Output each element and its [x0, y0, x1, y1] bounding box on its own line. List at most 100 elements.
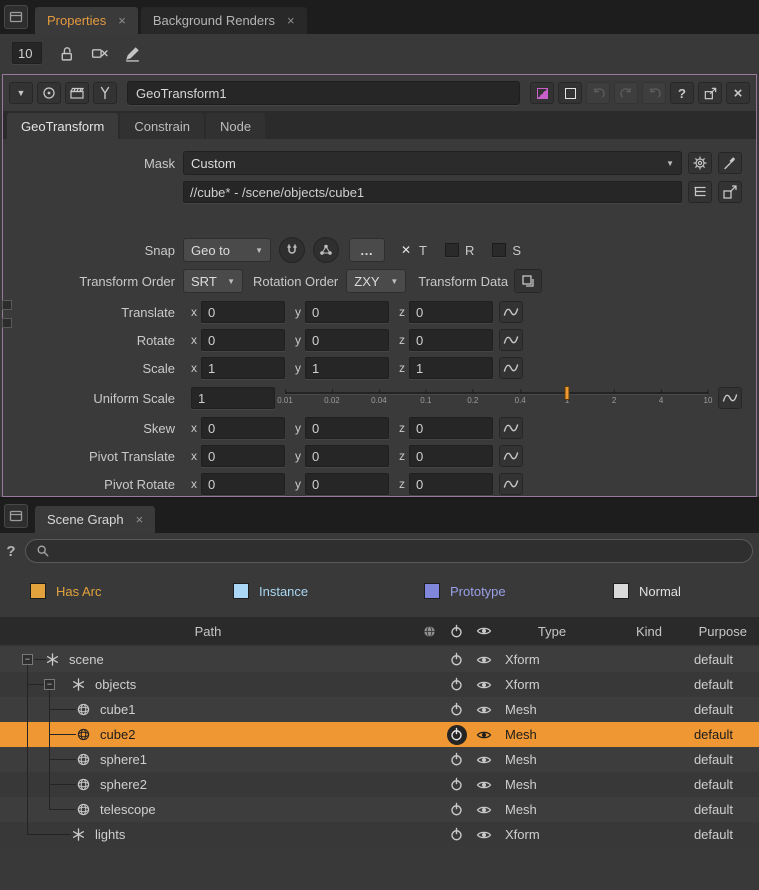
- redo-button[interactable]: [614, 82, 638, 104]
- pane-menu-button[interactable]: [4, 5, 28, 29]
- translate-x-field[interactable]: [201, 301, 285, 323]
- collapse-panel-button[interactable]: ▼: [9, 82, 33, 104]
- eye-icon[interactable]: [470, 623, 497, 639]
- tab-geotransform[interactable]: GeoTransform: [7, 113, 118, 139]
- snap-orientation-button[interactable]: [313, 237, 339, 263]
- power-toggle[interactable]: [447, 650, 467, 670]
- max-panels-field[interactable]: [12, 42, 42, 64]
- eye-toggle[interactable]: [470, 752, 497, 768]
- undo-button[interactable]: [586, 82, 610, 104]
- animation-curve-button[interactable]: [499, 301, 523, 323]
- eye-toggle[interactable]: [470, 677, 497, 693]
- branch-button[interactable]: [93, 82, 117, 104]
- collapse-expander[interactable]: −: [44, 679, 55, 690]
- snap-t-checkbox[interactable]: ✕: [399, 243, 413, 257]
- splitter-grip[interactable]: [2, 300, 12, 310]
- float-panel-button[interactable]: [698, 82, 722, 104]
- skew-y-field[interactable]: [305, 417, 389, 439]
- column-kind[interactable]: Kind: [636, 624, 662, 639]
- column-type[interactable]: Type: [538, 624, 566, 639]
- skew-x-field[interactable]: [201, 417, 285, 439]
- edit-button[interactable]: [124, 45, 141, 62]
- power-icon[interactable]: [443, 624, 470, 639]
- globe-icon[interactable]: [416, 624, 443, 639]
- uniform-scale-slider[interactable]: 0.01 0.02 0.04 0.1 0.2 0.4 1 2 4 10: [285, 385, 708, 411]
- gl-color-button[interactable]: [558, 82, 582, 104]
- splitter-grip[interactable]: [2, 318, 12, 328]
- scale-y-field[interactable]: [305, 357, 389, 379]
- power-toggle[interactable]: [447, 800, 467, 820]
- eye-toggle[interactable]: [470, 652, 497, 668]
- search-input[interactable]: [56, 544, 742, 559]
- pivot-translate-z-field[interactable]: [409, 445, 493, 467]
- pick-from-viewer-button[interactable]: [718, 181, 742, 203]
- pane-menu-button[interactable]: [4, 504, 28, 528]
- animation-curve-button[interactable]: [499, 329, 523, 351]
- snap-r-checkbox[interactable]: [445, 243, 459, 257]
- eye-toggle[interactable]: [470, 727, 497, 743]
- transform-data-button[interactable]: [514, 269, 542, 293]
- scale-x-field[interactable]: [201, 357, 285, 379]
- clear-panels-button[interactable]: [91, 45, 108, 62]
- tab-constrain[interactable]: Constrain: [120, 113, 204, 139]
- collapse-expander[interactable]: −: [22, 654, 33, 665]
- animation-curve-button[interactable]: [499, 357, 523, 379]
- power-toggle[interactable]: [447, 725, 467, 745]
- revert-button[interactable]: [642, 82, 666, 104]
- tab-background-renders[interactable]: Background Renders ×: [141, 7, 307, 34]
- power-toggle[interactable]: [447, 825, 467, 845]
- snap-mode-dropdown[interactable]: Geo to ▼: [183, 238, 271, 262]
- lock-panels-button[interactable]: [58, 45, 75, 62]
- scenegraph-row-sphere1[interactable]: sphere1 Mesh default: [0, 747, 759, 772]
- help-button[interactable]: ?: [670, 82, 694, 104]
- scenegraph-row-cube2[interactable]: cube2 Mesh default: [0, 722, 759, 747]
- eye-toggle[interactable]: [470, 777, 497, 793]
- eye-toggle[interactable]: [470, 802, 497, 818]
- tab-node[interactable]: Node: [206, 113, 265, 139]
- power-toggle[interactable]: [447, 700, 467, 720]
- pivot-rotate-y-field[interactable]: [305, 473, 389, 495]
- scenegraph-row-objects[interactable]: − objects Xform default: [0, 672, 759, 697]
- tab-close-icon[interactable]: ×: [118, 13, 126, 28]
- tab-close-icon[interactable]: ×: [136, 512, 144, 527]
- animation-curve-button[interactable]: [718, 387, 742, 409]
- translate-z-field[interactable]: [409, 301, 493, 323]
- rotate-z-field[interactable]: [409, 329, 493, 351]
- search-box[interactable]: [25, 539, 753, 563]
- eye-toggle[interactable]: [470, 827, 497, 843]
- translate-y-field[interactable]: [305, 301, 389, 323]
- animation-curve-button[interactable]: [499, 417, 523, 439]
- mask-pattern-field[interactable]: [183, 181, 682, 203]
- mask-dropdown[interactable]: Custom ▼: [183, 151, 682, 175]
- mask-settings-button[interactable]: [688, 152, 712, 174]
- scenegraph-row-sphere2[interactable]: sphere2 Mesh default: [0, 772, 759, 797]
- column-purpose[interactable]: Purpose: [699, 624, 759, 639]
- center-node-button[interactable]: [37, 82, 61, 104]
- node-color-button[interactable]: [530, 82, 554, 104]
- rotate-x-field[interactable]: [201, 329, 285, 351]
- scenegraph-row-cube1[interactable]: cube1 Mesh default: [0, 697, 759, 722]
- uniform-scale-field[interactable]: [191, 387, 275, 409]
- skew-z-field[interactable]: [409, 417, 493, 439]
- tab-close-icon[interactable]: ×: [287, 13, 295, 28]
- rotate-y-field[interactable]: [305, 329, 389, 351]
- animation-curve-button[interactable]: [499, 445, 523, 467]
- power-toggle[interactable]: [447, 750, 467, 770]
- close-panel-button[interactable]: ×: [726, 82, 750, 104]
- scenegraph-row-lights[interactable]: lights Xform default: [0, 822, 759, 847]
- snap-position-button[interactable]: [279, 237, 305, 263]
- transform-order-dropdown[interactable]: SRT ▼: [183, 269, 243, 293]
- power-toggle[interactable]: [447, 775, 467, 795]
- pivot-translate-y-field[interactable]: [305, 445, 389, 467]
- browse-scenegraph-button[interactable]: [688, 181, 712, 203]
- pivot-rotate-z-field[interactable]: [409, 473, 493, 495]
- render-flag-button[interactable]: [65, 82, 89, 104]
- scale-z-field[interactable]: [409, 357, 493, 379]
- pivot-translate-x-field[interactable]: [201, 445, 285, 467]
- pivot-rotate-x-field[interactable]: [201, 473, 285, 495]
- eye-toggle[interactable]: [470, 702, 497, 718]
- animation-curve-button[interactable]: [499, 473, 523, 495]
- help-icon[interactable]: ?: [2, 543, 20, 560]
- mask-picker-button[interactable]: [718, 152, 742, 174]
- snap-more-button[interactable]: …: [349, 238, 385, 262]
